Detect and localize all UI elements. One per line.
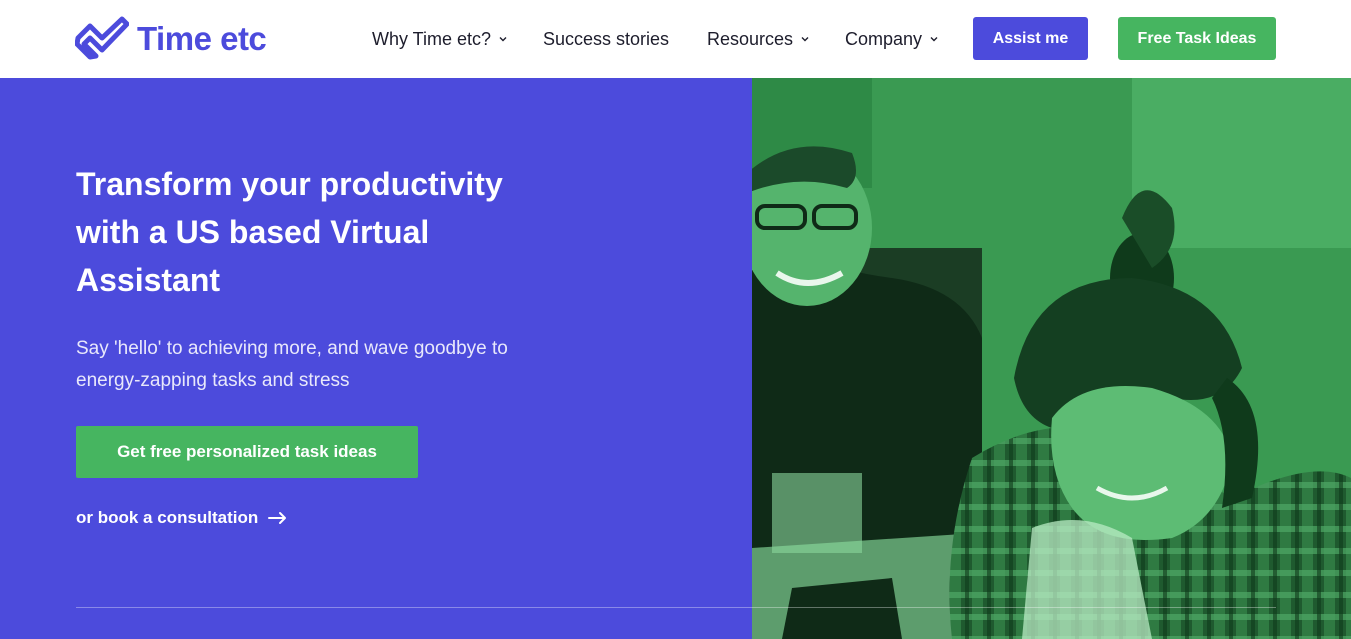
logo[interactable]: Time etc	[75, 16, 267, 60]
logo-text: Time etc	[137, 19, 267, 57]
chevron-down-icon	[499, 37, 507, 42]
nav-item-label: Company	[845, 28, 923, 49]
hero-subtitle: Say 'hello' to achieving more, and wave …	[76, 338, 508, 391]
nav-item-company[interactable]: Company	[845, 27, 939, 51]
hero-title: Transform your productivity with a US ba…	[76, 166, 503, 298]
assist-me-button[interactable]: Assist me	[973, 17, 1088, 60]
chevron-down-icon	[801, 37, 809, 42]
check-heart-logo-icon	[75, 16, 129, 60]
nav-item-success-stories[interactable]: Success stories	[543, 27, 669, 51]
arrow-right-icon	[268, 512, 287, 524]
nav-item-label: Resources	[707, 28, 794, 49]
nav-item-label: Why Time etc?	[372, 28, 492, 49]
book-consultation-link[interactable]: or book a consultation	[76, 505, 288, 531]
nav-item-resources[interactable]: Resources	[707, 27, 810, 51]
hero-photo	[752, 78, 1351, 639]
nav-item-label: Success stories	[543, 28, 670, 49]
hero-photo-illustration	[752, 78, 1351, 639]
free-task-ideas-button[interactable]: Free Task Ideas	[1118, 17, 1276, 60]
get-task-ideas-button[interactable]: Get free personalized task ideas	[76, 426, 418, 478]
nav-item-why-time-etc[interactable]: Why Time etc?	[372, 27, 508, 51]
book-consultation-label: or book a consultation	[76, 508, 259, 527]
hero-divider	[76, 607, 1276, 608]
chevron-down-icon	[930, 37, 938, 42]
site-header: Time etc Why Time etc? Success stories R…	[0, 0, 1351, 78]
